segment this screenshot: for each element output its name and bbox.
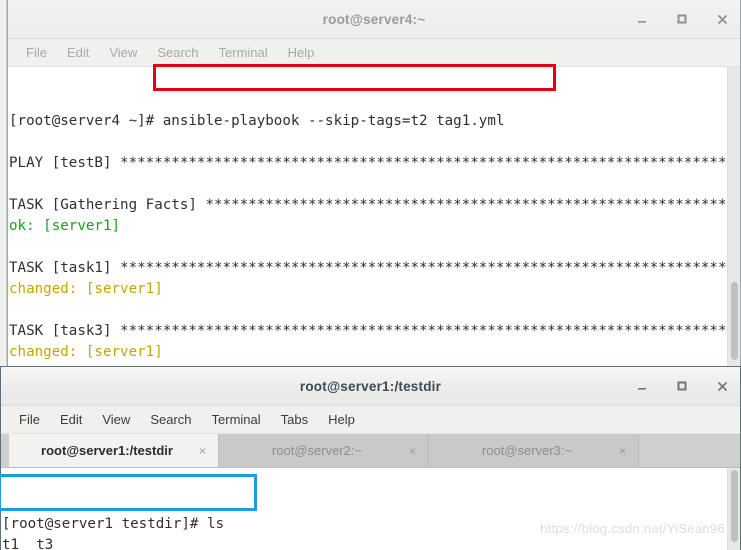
menu-terminal[interactable]: Terminal: [203, 410, 270, 429]
terminal-output-server4[interactable]: [root@server4 ~]# ansible-playbook --ski…: [8, 67, 740, 373]
terminal-text: PLAY [testB] ***************************…: [9, 155, 727, 171]
menu-file[interactable]: File: [17, 43, 56, 62]
terminal-line: t1 t3: [2, 535, 726, 550]
terminal-line: TASK [task1] ***************************…: [9, 258, 727, 279]
tabbar-server1: root@server1:/testdir × root@server2:~ × roo…: [1, 434, 740, 468]
tab-2[interactable]: root@server2:~ ×: [219, 434, 429, 467]
tab-label: root@server2:~: [271, 443, 363, 458]
titlebar-server4[interactable]: root@server4:~: [8, 0, 740, 39]
close-icon[interactable]: [714, 378, 730, 394]
menu-edit[interactable]: Edit: [58, 43, 98, 62]
window-controls-server1: [634, 367, 730, 405]
terminal-text: changed: [server1]: [9, 344, 163, 360]
screen: root@server4:~ File Edit View Search Ter…: [0, 0, 741, 550]
maximize-icon[interactable]: [674, 11, 690, 27]
terminal-text: [root@server1 testdir]# ls: [2, 516, 225, 532]
watermark: https://blog.csdn.net/YiSean96: [540, 521, 725, 536]
menu-search[interactable]: Search: [141, 410, 200, 429]
terminal-line: TASK [task3] ***************************…: [9, 321, 727, 342]
minimize-icon[interactable]: [634, 11, 650, 27]
terminal-line: [root@server4 ~]# ansible-playbook --ski…: [9, 111, 726, 132]
terminal-scrollbar-server1[interactable]: [727, 468, 740, 550]
minimize-icon[interactable]: [634, 378, 650, 394]
tab-label: root@server1:/testdir: [41, 443, 173, 458]
terminal-scrollbar-server4[interactable]: [727, 67, 740, 373]
background-window-edge[interactable]: [0, 0, 7, 372]
menu-search[interactable]: Search: [148, 43, 207, 62]
menubar-server4: File Edit View Search Terminal Help: [8, 39, 740, 67]
tab-1[interactable]: root@server1:/testdir ×: [9, 434, 219, 467]
menu-help[interactable]: Help: [279, 43, 324, 62]
menu-file[interactable]: File: [10, 410, 49, 429]
close-icon[interactable]: [714, 11, 730, 27]
tab-close-icon[interactable]: ×: [409, 444, 416, 458]
menu-tabs[interactable]: Tabs: [272, 410, 317, 429]
titlebar-server1[interactable]: root@server1:/testdir: [1, 367, 740, 406]
terminal-line: ok: [server1]: [9, 216, 726, 237]
terminal-text: changed: [server1]: [9, 281, 163, 297]
tab-label: root@server3:~: [481, 443, 573, 458]
scrollbar-thumb[interactable]: [731, 282, 738, 360]
menubar-server1: File Edit View Search Terminal Tabs Help: [1, 406, 740, 434]
terminal-text: ok: [server1]: [9, 218, 121, 234]
window-controls-server4: [634, 0, 730, 38]
terminal-text: [root@server4 ~]# ansible-playbook --ski…: [9, 113, 505, 129]
terminal-text: t1 t3: [2, 537, 54, 550]
maximize-icon[interactable]: [674, 378, 690, 394]
menu-edit[interactable]: Edit: [51, 410, 91, 429]
tab-close-icon[interactable]: ×: [199, 444, 206, 458]
terminal-line: changed: [server1]: [9, 342, 726, 363]
window-title-server4: root@server4:~: [322, 11, 426, 27]
terminal-output-server1[interactable]: [root@server1 testdir]# lst1 t3[root@ser…: [1, 468, 740, 550]
window-title-server1: root@server1:/testdir: [299, 378, 442, 394]
terminal-text: TASK [task1] ***************************…: [9, 260, 727, 276]
tab-3[interactable]: root@server3:~ ×: [429, 434, 639, 467]
terminal-line: TASK [Gathering Facts] *****************…: [9, 195, 735, 216]
tab-close-icon[interactable]: ×: [619, 444, 626, 458]
menu-terminal[interactable]: Terminal: [210, 43, 277, 62]
terminal-text: TASK [task3] ***************************…: [9, 323, 727, 339]
scrollbar-thumb[interactable]: [731, 470, 738, 542]
menu-help[interactable]: Help: [319, 410, 364, 429]
terminal-window-server4[interactable]: root@server4:~ File Edit View Search Ter…: [7, 0, 741, 373]
terminal-line: PLAY [testB] ***************************…: [9, 153, 727, 174]
menu-view[interactable]: View: [100, 43, 146, 62]
terminal-line: changed: [server1]: [9, 279, 726, 300]
menu-view[interactable]: View: [93, 410, 139, 429]
terminal-text: TASK [Gathering Facts] *****************…: [9, 197, 736, 213]
